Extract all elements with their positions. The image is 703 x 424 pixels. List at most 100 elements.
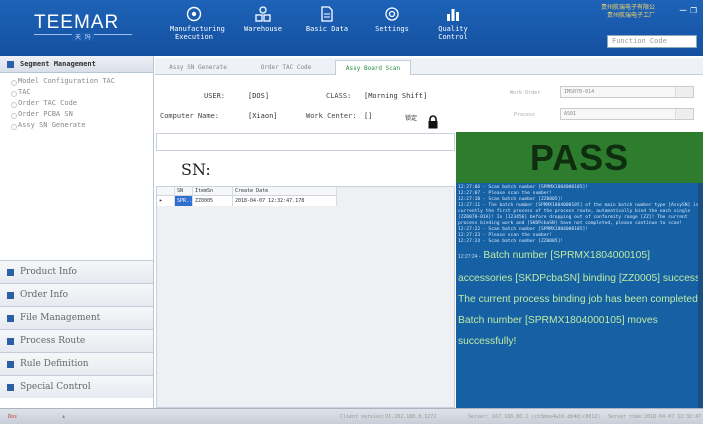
log-result-text: successfully! [458, 336, 517, 347]
log-result-line: 12:27:24 - Batch number [SPRMX1804000105… [456, 245, 703, 268]
pass-banner: PASS [456, 132, 703, 183]
header-create-date[interactable]: Create Date [233, 187, 337, 195]
tab-bar: Assy SN Generate Order TAC Code Assy Boa… [155, 58, 703, 75]
header-sn[interactable]: SN [175, 187, 193, 195]
menu-label: Order Info [20, 290, 69, 300]
log-result-text: Batch number [SPRMX1804000105] [483, 250, 650, 261]
nav-settings[interactable]: Settings [372, 4, 412, 54]
menu-order-info[interactable]: Order Info [0, 283, 153, 306]
tree-item-assy-sn-generate[interactable]: Assy SN Generate [0, 120, 153, 131]
menu-label: Special Control [20, 382, 91, 392]
work-center-value: [] [364, 112, 373, 120]
cell-create-date[interactable]: 2018-04-07 12:32:47.178 [233, 196, 337, 206]
cell-sn[interactable]: SPR... [175, 196, 193, 206]
teemar-logo: TEEMAR 天 玛 [34, 12, 132, 41]
menu-special-control[interactable]: Special Control [0, 375, 153, 398]
server-info: Server: 167.168.80.1 (ct3mes4w16.db4d)(8… [468, 414, 601, 420]
process-value: AS01 [564, 111, 577, 117]
segment-title: Segment Management [20, 60, 96, 68]
folder-icon [7, 269, 14, 276]
folder-icon [7, 338, 14, 345]
process-label: Process [514, 112, 536, 118]
folder-icon [7, 361, 14, 368]
nav-quality-control[interactable]: Quality Control [434, 4, 472, 54]
dropdown-icon[interactable] [675, 109, 693, 119]
header-itemsn[interactable]: ItemSn [193, 187, 233, 195]
person-icon: ♟ [62, 414, 66, 420]
work-center-label: Work Center: [306, 112, 357, 120]
folder-icon [7, 384, 14, 391]
sn-scan-input[interactable] [156, 133, 455, 151]
tree-item-order-pcba-sn[interactable]: Order PCBA SN [0, 109, 153, 120]
grid-header: SN ItemSn Create Date [157, 187, 337, 196]
tree-item-model-configuration-tac[interactable]: Model Configuration TAC [0, 76, 153, 87]
menu-product-info[interactable]: Product Info [0, 260, 153, 283]
sidebar: Segment Management Model Configuration T… [0, 56, 154, 408]
log-result-text: Batch number [SPRMX1804000105] moves [458, 315, 658, 326]
menu-label: Process Route [20, 336, 86, 346]
nav-label: Execution [175, 33, 213, 41]
boxes-icon [255, 6, 271, 22]
status-bar: Dos ♟ Client version:V1.202.188.0.1272 S… [0, 408, 703, 424]
cell-itemsn[interactable]: ZZ0005 [193, 196, 233, 206]
table-row[interactable]: ▸ SPR... ZZ0005 2018-04-07 12:32:47.178 [157, 196, 337, 206]
settings-icon [385, 7, 399, 21]
server-time: Server time:2018-04-07 12:32:47 [608, 414, 702, 420]
scan-grid: SN ItemSn Create Date ▸ SPR... ZZ0005 20… [156, 186, 455, 408]
menu-rule-definition[interactable]: Rule Definition [0, 352, 153, 375]
function-code-input[interactable]: Function Code [607, 35, 697, 48]
log-result-text: The current process binding job has been… [458, 294, 701, 305]
minimize-icon[interactable]: — [680, 3, 691, 16]
folder-icon [7, 292, 14, 299]
window-controls[interactable]: —❐ [680, 3, 701, 16]
nav-warehouse[interactable]: Warehouse [243, 4, 283, 54]
class-label: CLASS: [326, 92, 352, 100]
menu-label: File Management [20, 313, 101, 323]
scan-info-form: USER: [DOS] CLASS: [Morning Shift] Compu… [156, 80, 454, 132]
segment-management-header[interactable]: Segment Management [0, 56, 153, 73]
function-code-placeholder: Function Code [612, 37, 667, 45]
tab-assy-sn-generate[interactable]: Assy SN Generate [163, 60, 233, 75]
nav-manufacturing-execution[interactable]: Manufacturing Execution [170, 4, 225, 54]
tab-order-tac-code[interactable]: Order TAC Code [251, 60, 321, 75]
folder-icon [7, 315, 14, 322]
process-select[interactable]: AS01 [560, 108, 694, 120]
work-order-value: IMS070-014 [564, 89, 595, 95]
tree-item-order-tac-code[interactable]: Order TAC Code [0, 98, 153, 109]
menu-label: Product Info [20, 267, 77, 277]
company-line-2: 贵州航瑞电子工厂 [606, 12, 655, 19]
menu-process-route[interactable]: Process Route [0, 329, 153, 352]
dropdown-icon[interactable] [675, 87, 693, 97]
segment-tree: Model Configuration TAC TAC Order TAC Co… [0, 73, 153, 260]
tab-assy-board-scan[interactable]: Assy Board Scan [335, 60, 411, 75]
nav-label: Quality [438, 25, 468, 33]
document-icon [321, 6, 333, 22]
nav-label: Basic Data [305, 25, 349, 33]
client-version: Client version:V1.202.188.0.1272 [340, 414, 437, 420]
menu-file-management[interactable]: File Management [0, 306, 153, 329]
restore-icon[interactable]: ❐ [690, 3, 701, 16]
user-value: [DOS] [248, 92, 270, 100]
scan-log: 12:27:06 - Scan batch number [SPRMX18040… [456, 183, 703, 408]
computer-name-value: [Xiaon] [248, 112, 278, 120]
company-line-1: 贵州航瑞电子有限公 [600, 4, 655, 11]
tree-item-tac[interactable]: TAC [0, 87, 153, 98]
computer-name-label: Computer Name: [160, 112, 220, 120]
nav-label: Settings [375, 25, 409, 33]
folder-icon [7, 61, 14, 68]
nav-basic-data[interactable]: Basic Data [305, 4, 349, 54]
top-toolbar: TEEMAR 天 玛 Manufacturing Execution Wareh… [0, 0, 703, 56]
log-result-text: accessories [SKDPcbaSN] binding [ZZ0005]… [458, 273, 703, 284]
lock-icon[interactable] [428, 114, 438, 133]
work-order-select[interactable]: IMS070-014 [560, 86, 694, 98]
nav-label: Manufacturing [170, 25, 225, 33]
log-timestamp: 12:27:24 - [458, 254, 481, 260]
row-pointer-icon: ▸ [157, 196, 175, 206]
sn-label: SN: [181, 160, 211, 179]
class-value: [Morning Shift] [364, 92, 428, 100]
gear-circle-icon [186, 6, 202, 22]
grid-row-header-cell [157, 187, 175, 195]
work-order-panel: Work Order IMS070-014 Process AS01 [456, 80, 703, 132]
log-details: 12:27:06 - Scan batch number [SPRMX18040… [458, 185, 699, 244]
log-scrollbar[interactable] [698, 183, 703, 408]
